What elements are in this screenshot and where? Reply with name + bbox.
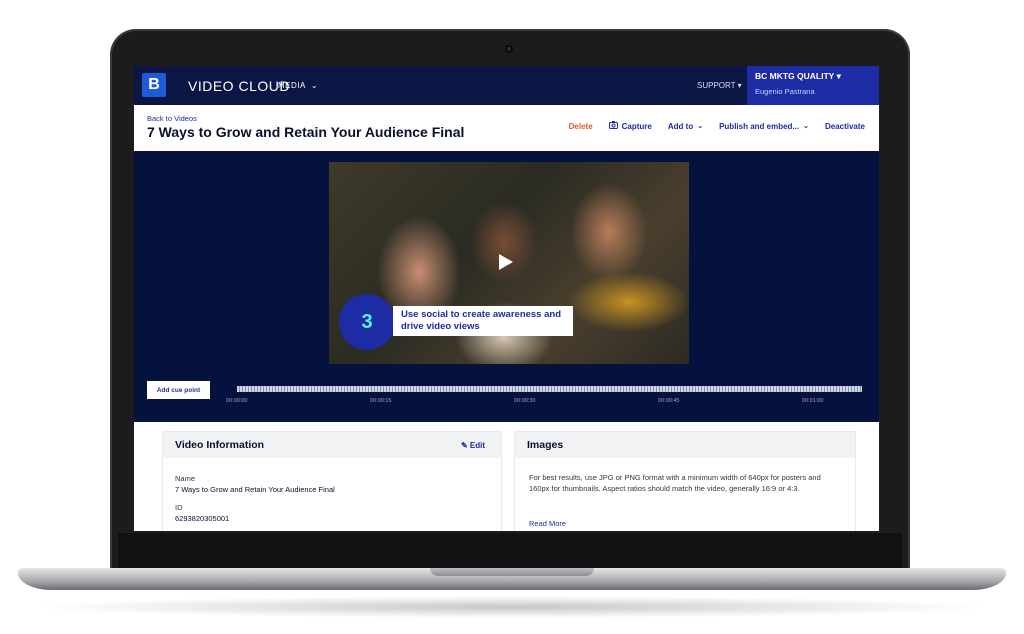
video-header: Back to Videos 7 Ways to Grow and Retain… bbox=[134, 105, 879, 151]
panel-title: Video Information bbox=[175, 439, 265, 451]
panel-header: Video Information ✎ Edit bbox=[163, 432, 501, 458]
add-to-dropdown[interactable]: Add to ⌄ bbox=[668, 122, 703, 131]
step-number-badge: 3 bbox=[339, 294, 395, 350]
name-label: Name bbox=[175, 474, 196, 483]
publish-embed-dropdown[interactable]: Publish and embed... ⌄ bbox=[719, 122, 809, 131]
capture-label: Capture bbox=[621, 121, 652, 131]
pencil-icon: ✎ bbox=[460, 441, 468, 450]
caret-down-icon: ▾ bbox=[836, 71, 841, 81]
timeline-label: 00:00:15 bbox=[370, 398, 392, 404]
chevron-down-icon: ⌄ bbox=[308, 81, 319, 90]
support-menu-label: SUPPORT bbox=[697, 81, 736, 90]
add-to-label: Add to bbox=[667, 121, 694, 131]
cue-point-timeline[interactable] bbox=[237, 386, 862, 392]
timeline-label: 00:00:30 bbox=[514, 398, 536, 404]
account-menu[interactable]: BC MKTG QUALITY ▾ Eugenio Pastrana bbox=[747, 66, 879, 105]
app-screen: B VIDEO CLOUD MEDIA ⌄ SUPPORT ▾ BC MKTG … bbox=[134, 66, 879, 531]
play-icon[interactable] bbox=[499, 254, 513, 270]
id-label: ID bbox=[175, 503, 183, 512]
images-description: For best results, use JPG or PNG format … bbox=[529, 473, 821, 493]
back-to-videos-link[interactable]: Back to Videos bbox=[147, 114, 197, 123]
video-information-panel: Video Information ✎ Edit Name 7 Ways to … bbox=[163, 432, 501, 531]
video-overlay-caption: Use social to create awareness and drive… bbox=[393, 306, 573, 336]
delete-button[interactable]: Delete bbox=[569, 122, 593, 131]
chevron-down-icon: ⌄ bbox=[803, 123, 809, 130]
capture-button[interactable]: Capture bbox=[608, 121, 652, 131]
panel-title: Images bbox=[527, 439, 564, 451]
id-value: 6293820305001 bbox=[175, 514, 230, 523]
laptop-bezel-chin bbox=[118, 533, 902, 573]
page-title: 7 Ways to Grow and Retain Your Audience … bbox=[147, 124, 465, 140]
support-menu[interactable]: SUPPORT ▾ bbox=[697, 81, 742, 90]
app-name: VIDEO CLOUD bbox=[188, 78, 290, 94]
chevron-down-icon: ⌄ bbox=[697, 123, 704, 130]
caret-down-icon: ▾ bbox=[737, 81, 742, 90]
laptop-shadow bbox=[30, 596, 994, 618]
top-navigation: B VIDEO CLOUD MEDIA ⌄ SUPPORT ▾ BC MKTG … bbox=[134, 66, 879, 105]
brightcove-logo-icon[interactable]: B bbox=[142, 73, 166, 97]
panel-header: Images bbox=[515, 432, 855, 458]
account-name: BC MKTG QUALITY bbox=[755, 71, 835, 81]
images-panel: Images For best results, use JPG or PNG … bbox=[515, 432, 855, 531]
add-cue-point-button[interactable]: Add cue point bbox=[147, 381, 210, 399]
media-menu-label: MEDIA bbox=[278, 81, 306, 90]
edit-label: Edit bbox=[469, 441, 485, 450]
video-player[interactable]: 3 Use social to create awareness and dri… bbox=[329, 162, 689, 364]
timeline-label: 00:00:45 bbox=[658, 398, 680, 404]
webcam bbox=[505, 45, 513, 53]
header-actions: Delete Capture Add to ⌄ Publish and embe… bbox=[569, 121, 865, 131]
timeline-label: 00:00:00 bbox=[226, 398, 248, 404]
read-more-link[interactable]: Read More bbox=[529, 519, 566, 528]
deactivate-button[interactable]: Deactivate bbox=[825, 122, 865, 131]
timeline-label: 00:01:00 bbox=[802, 398, 824, 404]
name-value: 7 Ways to Grow and Retain Your Audience … bbox=[175, 485, 335, 494]
camera-icon bbox=[608, 121, 618, 131]
edit-button[interactable]: ✎ Edit bbox=[461, 441, 485, 450]
laptop-opening-notch bbox=[430, 568, 594, 576]
media-menu[interactable]: MEDIA ⌄ bbox=[278, 81, 318, 90]
details-area: Video Information ✎ Edit Name 7 Ways to … bbox=[134, 422, 879, 531]
account-user: Eugenio Pastrana bbox=[755, 87, 815, 96]
publish-embed-label: Publish and embed... bbox=[719, 121, 800, 131]
